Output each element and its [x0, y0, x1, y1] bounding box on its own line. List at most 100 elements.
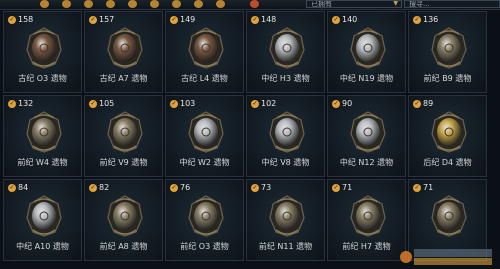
relic-count: 149	[180, 15, 196, 24]
relic-name: 前纪 B9 遗物	[423, 74, 472, 83]
relic-name: 前纪 O3 遗物	[180, 242, 229, 251]
check-circle-icon: ✓	[332, 100, 340, 108]
relic-count: 71	[342, 183, 353, 192]
relic-card[interactable]: ✓ 71 前纪 H7 遗物	[327, 179, 406, 261]
relic-name: 古纪 A7 遗物	[99, 74, 148, 83]
relic-count: 105	[99, 99, 115, 108]
relic-card[interactable]: ✓ 132 前纪 W4 遗物	[3, 95, 82, 177]
filter-toolbar: 已拥有 ▼ 搜寻...	[0, 0, 500, 10]
relic-card[interactable]: ✓ 148 中纪 H3 遗物	[246, 11, 325, 93]
relic-count: 71	[423, 183, 434, 192]
relic-icon	[350, 195, 386, 237]
relic-count: 158	[18, 15, 34, 24]
check-circle-icon: ✓	[251, 100, 259, 108]
check-circle-icon: ✓	[89, 100, 97, 108]
relic-icon	[350, 111, 386, 153]
ownership-dropdown[interactable]: 已拥有 ▼	[306, 0, 402, 8]
filter-icon[interactable]	[194, 0, 203, 8]
relic-name: 中纪 A10 遗物	[16, 242, 69, 251]
relic-name: 前纪 H7 遗物	[342, 242, 391, 251]
relic-card[interactable]: ✓ 84 中纪 A10 遗物	[3, 179, 82, 261]
check-circle-icon: ✓	[332, 16, 340, 24]
relic-icon	[269, 27, 305, 69]
relic-count: 73	[261, 183, 272, 192]
relic-card[interactable]: ✓ 158 古纪 O3 遗物	[3, 11, 82, 93]
relic-count: 76	[180, 183, 191, 192]
relic-count: 157	[99, 15, 115, 24]
relic-icon	[350, 27, 386, 69]
relic-count: 90	[342, 99, 353, 108]
filter-icon[interactable]	[128, 0, 137, 8]
relic-count: 103	[180, 99, 196, 108]
relic-icon	[26, 111, 62, 153]
filter-icon[interactable]	[250, 0, 259, 8]
relic-card[interactable]: ✓ 82 前纪 A8 遗物	[84, 179, 163, 261]
relic-name: 前纪 W4 遗物	[17, 158, 68, 167]
relic-icon	[269, 111, 305, 153]
check-circle-icon: ✓	[413, 184, 421, 192]
check-circle-icon: ✓	[8, 16, 16, 24]
relic-name: 中纪 W2 遗物	[179, 158, 230, 167]
filter-icon[interactable]	[84, 0, 93, 8]
relic-count: 132	[18, 99, 34, 108]
relic-name: 前纪 A8 遗物	[99, 242, 148, 251]
check-circle-icon: ✓	[170, 184, 178, 192]
chevron-down-icon: ▼	[393, 0, 398, 7]
relic-name: 中纪 N19 遗物	[339, 74, 394, 83]
relic-icon	[26, 195, 62, 237]
relic-card[interactable]: ✓ 105 前纪 V9 遗物	[84, 95, 163, 177]
relic-card[interactable]: ✓ 136 前纪 B9 遗物	[408, 11, 487, 93]
check-circle-icon: ✓	[170, 100, 178, 108]
relic-count: 84	[18, 183, 29, 192]
relic-icon	[188, 27, 224, 69]
check-circle-icon: ✓	[413, 100, 421, 108]
relic-name: 中纪 N12 遗物	[339, 158, 394, 167]
relic-card[interactable]: ✓ 103 中纪 W2 遗物	[165, 95, 244, 177]
relic-count: 148	[261, 15, 277, 24]
search-input[interactable]: 搜寻...	[404, 0, 500, 8]
relic-count: 89	[423, 99, 434, 108]
relic-card[interactable]: ✓ 140 中纪 N19 遗物	[327, 11, 406, 93]
check-circle-icon: ✓	[251, 184, 259, 192]
relic-card[interactable]: ✓ 89 后纪 D4 遗物	[408, 95, 487, 177]
check-circle-icon: ✓	[413, 16, 421, 24]
filter-icon[interactable]	[62, 0, 71, 8]
filter-icon[interactable]	[40, 0, 49, 8]
relic-count: 136	[423, 15, 439, 24]
relic-grid: ✓ 158 古纪 O3 遗物 ✓ 157 古纪 A7 遗物 ✓ 149 古纪 L4 遗物 ✓ 148…	[0, 10, 500, 269]
relic-icon	[269, 195, 305, 237]
check-circle-icon: ✓	[170, 16, 178, 24]
relic-icon	[431, 195, 467, 237]
check-circle-icon: ✓	[251, 16, 259, 24]
relic-name: 前纪 V9 遗物	[99, 158, 148, 167]
relic-card[interactable]: ✓ 102 中纪 V8 遗物	[246, 95, 325, 177]
dropdown-value: 已拥有	[311, 0, 332, 8]
relic-name: 后纪 D4 遗物	[423, 158, 472, 167]
relic-card[interactable]: ✓ 90 中纪 N12 遗物	[327, 95, 406, 177]
relic-count: 82	[99, 183, 110, 192]
relic-card[interactable]: ✓ 73 前纪 N11 遗物	[246, 179, 325, 261]
relic-name: 古纪 L4 遗物	[181, 74, 228, 83]
check-circle-icon: ✓	[89, 16, 97, 24]
relic-card[interactable]: ✓ 76 前纪 O3 遗物	[165, 179, 244, 261]
check-circle-icon: ✓	[8, 100, 16, 108]
relic-icon	[188, 195, 224, 237]
relic-card[interactable]: ✓ 149 古纪 L4 遗物	[165, 11, 244, 93]
filter-icon[interactable]	[150, 0, 159, 8]
relic-name: 前纪 N11 遗物	[258, 242, 313, 251]
watermark-logo	[400, 249, 492, 265]
relic-icon	[431, 27, 467, 69]
relic-icon	[107, 111, 143, 153]
relic-icon	[431, 111, 467, 153]
relic-card[interactable]: ✓ 157 古纪 A7 遗物	[84, 11, 163, 93]
relic-name: 中纪 H3 遗物	[261, 74, 310, 83]
relic-icon	[26, 27, 62, 69]
relic-icon	[188, 111, 224, 153]
filter-icon[interactable]	[106, 0, 115, 8]
check-circle-icon: ✓	[8, 184, 16, 192]
filter-icon[interactable]	[216, 0, 225, 8]
relic-name: 古纪 O3 遗物	[18, 74, 67, 83]
check-circle-icon: ✓	[89, 184, 97, 192]
relic-icon	[107, 27, 143, 69]
filter-icon[interactable]	[172, 0, 181, 8]
